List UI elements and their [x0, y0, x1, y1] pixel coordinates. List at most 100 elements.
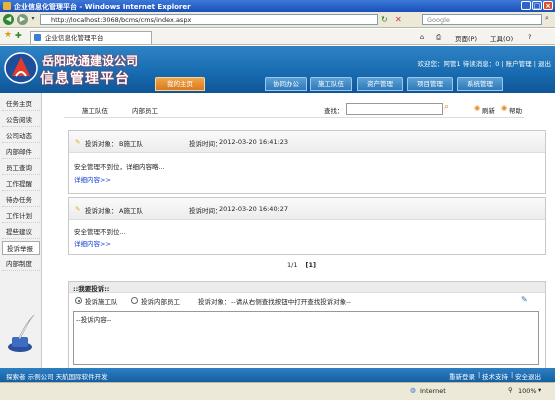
forward-icon[interactable]: ▶: [17, 14, 28, 25]
brand-company-name: 岳阳政通建设公司: [42, 54, 139, 68]
complaint-toolbar: 施工队伍 内部员工 查找： ⌕ ◉ 刷新 ◉ 帮助: [64, 102, 524, 118]
add-favorite-icon[interactable]: ✚: [15, 31, 22, 40]
sidebar-item-company-news[interactable]: 公司动态: [2, 129, 40, 143]
help-circle-icon[interactable]: ?: [528, 33, 531, 41]
sidebar-item-reminders[interactable]: 工作提醒: [2, 177, 40, 191]
complaint-options: 投诉施工队 投诉内部员工 投诉对象： --请从右侧查找按钮中打开查找投诉对象--…: [73, 295, 541, 308]
radio-team-label[interactable]: 投诉施工队: [85, 296, 118, 306]
nav-tab-system[interactable]: 系统管理: [457, 77, 503, 91]
home-icon[interactable]: ⌂: [420, 33, 424, 41]
find-input[interactable]: [346, 103, 443, 115]
sidebar-item-staff-search[interactable]: 员工查询: [2, 161, 40, 175]
user-info: 欢迎您：阿管1 待读消息：0 | 账户管理 | 退出: [417, 60, 552, 68]
page-current[interactable]: [1]: [306, 261, 316, 269]
back-icon[interactable]: ◀: [3, 14, 14, 25]
zoom-icon[interactable]: ⚲: [508, 386, 513, 394]
complaint-target-label: 投诉对象：: [85, 140, 118, 148]
sidebar-item-regulations[interactable]: 内部制度: [2, 257, 40, 271]
tab-construction-team[interactable]: 施工队伍: [82, 105, 108, 115]
complaint-time: 2012-03-20 16:41:23: [219, 138, 289, 146]
support-link[interactable]: 技术支持: [482, 371, 508, 381]
complaint-detail-link[interactable]: 详细内容>>: [74, 238, 111, 248]
radio-staff-label[interactable]: 投诉内部员工: [141, 296, 180, 306]
unread-count[interactable]: 0: [495, 60, 499, 68]
help-circle-icon-main[interactable]: ◉: [501, 104, 507, 112]
radio-staff[interactable]: [131, 297, 138, 304]
tools-menu[interactable]: 工具(O): [490, 33, 513, 43]
stop-icon[interactable]: ✕: [395, 15, 405, 25]
complaint-time-label: 投诉时间：: [189, 207, 222, 215]
complaint-target-label: 投诉对象：: [85, 207, 118, 215]
sidebar-item-notices[interactable]: 公告阅读: [2, 113, 40, 127]
sidebar-item-task-home[interactable]: 任务主页: [2, 97, 40, 111]
sidebar-item-suggestions[interactable]: 提些建议: [2, 225, 40, 239]
url-input[interactable]: http://localhost:3068/bcms/cms/index.asp…: [40, 14, 378, 25]
window-titlebar: 企业信息化管理平台 - Windows Internet Explorer _ …: [0, 0, 555, 12]
app-footer: 探索者 示例公司 天航国际软件开发 重新登录 | 技术支持 | 安全退出: [0, 368, 555, 382]
internet-zone-icon: ◍: [410, 386, 416, 394]
refresh-button[interactable]: 刷新: [482, 105, 495, 115]
page-favicon-icon: [34, 34, 41, 41]
maximize-button[interactable]: □: [532, 1, 542, 10]
nav-tab-home[interactable]: 我的主页: [155, 77, 205, 91]
complaint-card: ✎ 投诉对象： A施工队 投诉时间： 2012-03-20 16:40:27 安…: [68, 197, 546, 255]
radio-team[interactable]: [75, 297, 82, 304]
sidebar: 任务主页 公告阅读 公司动态 内部邮件 员工查询 工作提醒 待办任务 工作计划 …: [0, 93, 42, 368]
close-button[interactable]: ×: [543, 1, 553, 10]
browser-status-bar: ◍ Internet ⚲ 100% ▾: [0, 382, 555, 400]
relogin-link[interactable]: 重新登录: [449, 371, 475, 381]
nav-tab-projects[interactable]: 项目管理: [407, 77, 453, 91]
minimize-button[interactable]: _: [521, 1, 531, 10]
refresh-icon[interactable]: ↻: [381, 15, 391, 25]
complaint-form-title: ::我要投诉::: [73, 285, 110, 293]
zoom-level[interactable]: 100%: [518, 387, 537, 395]
help-button[interactable]: 帮助: [509, 105, 522, 115]
complaint-form: ::我要投诉:: 投诉施工队 投诉内部员工 投诉对象： --请从右侧查找按钮中打…: [68, 281, 546, 369]
search-icon[interactable]: ⌕: [545, 14, 549, 23]
address-bar: ◀ ▶ ▾ http://localhost:3068/bcms/cms/ind…: [0, 12, 555, 28]
pencil-icon: ✎: [75, 205, 81, 213]
object-label: 投诉对象：: [198, 298, 231, 306]
nav-tab-construction-team[interactable]: 施工队伍: [310, 77, 352, 91]
find-search-icon[interactable]: ⌕: [444, 102, 449, 112]
sidebar-item-mail[interactable]: 内部邮件: [2, 145, 40, 159]
complaint-time: 2012-03-20 16:40:27: [219, 205, 289, 213]
exit-link[interactable]: 退出: [538, 60, 551, 68]
zoom-dropdown-icon[interactable]: ▾: [538, 386, 541, 394]
complaint-card-header: ✎ 投诉对象： B施工队 投诉时间： 2012-03-20 16:41:23: [69, 131, 545, 153]
window-title: 企业信息化管理平台 - Windows Internet Explorer: [14, 3, 191, 11]
object-hint: --请从右侧查找按钮中打开查找投诉对象--: [231, 298, 351, 306]
sidebar-item-todo[interactable]: 待办任务: [2, 193, 40, 207]
complaint-content-textarea[interactable]: --投诉内容--: [73, 311, 539, 365]
main-content: 施工队伍 内部员工 查找： ⌕ ◉ 刷新 ◉ 帮助 ✎ 投诉对象： B施工队 投…: [44, 93, 555, 369]
complaint-card: ✎ 投诉对象： B施工队 投诉时间： 2012-03-20 16:41:23 安…: [68, 130, 546, 194]
favorites-star-icon[interactable]: ★: [4, 30, 12, 40]
company-logo-icon: [4, 52, 38, 84]
complaint-form-header: ::我要投诉::: [69, 282, 545, 293]
sidebar-item-complaints[interactable]: 投诉举报: [2, 241, 40, 255]
complaint-card-header: ✎ 投诉对象： A施工队 投诉时间： 2012-03-20 16:40:27: [69, 198, 545, 220]
edit-pen-icon[interactable]: ✎: [521, 295, 528, 304]
complaint-target: A施工队: [119, 207, 143, 215]
complaint-body: 安全管理不到位，详细内容略...: [74, 163, 165, 171]
page-total: 1/1: [287, 261, 298, 269]
sidebar-item-plan[interactable]: 工作计划: [2, 209, 40, 223]
browser-tab-active[interactable]: 企业信息化管理平台: [30, 31, 152, 44]
logout-link[interactable]: 安全退出: [515, 371, 541, 381]
browser-tab-label: 企业信息化管理平台: [45, 34, 104, 42]
zone-label: Internet: [420, 387, 446, 395]
complaint-detail-link[interactable]: 详细内容>>: [74, 174, 111, 184]
page-menu[interactable]: 页面(P): [455, 33, 477, 43]
refresh-circle-icon[interactable]: ◉: [474, 104, 480, 112]
tab-internal-staff[interactable]: 内部员工: [132, 105, 158, 115]
search-input[interactable]: Google: [422, 14, 542, 25]
account-link[interactable]: 账户管理: [506, 60, 532, 68]
pagination: 1/1 [1]: [287, 261, 316, 269]
history-dropdown-icon[interactable]: ▾: [29, 15, 37, 23]
footer-copyright: 探索者 示例公司 天航国际软件开发: [6, 373, 108, 381]
brand-platform-name: 信息管理平台: [40, 71, 130, 87]
quill-inkpot-icon: [8, 314, 35, 352]
nav-tab-assets[interactable]: 资产管理: [357, 77, 403, 91]
nav-tab-collab-office[interactable]: 协同办公: [265, 77, 307, 91]
print-icon[interactable]: ⎙: [436, 33, 441, 42]
